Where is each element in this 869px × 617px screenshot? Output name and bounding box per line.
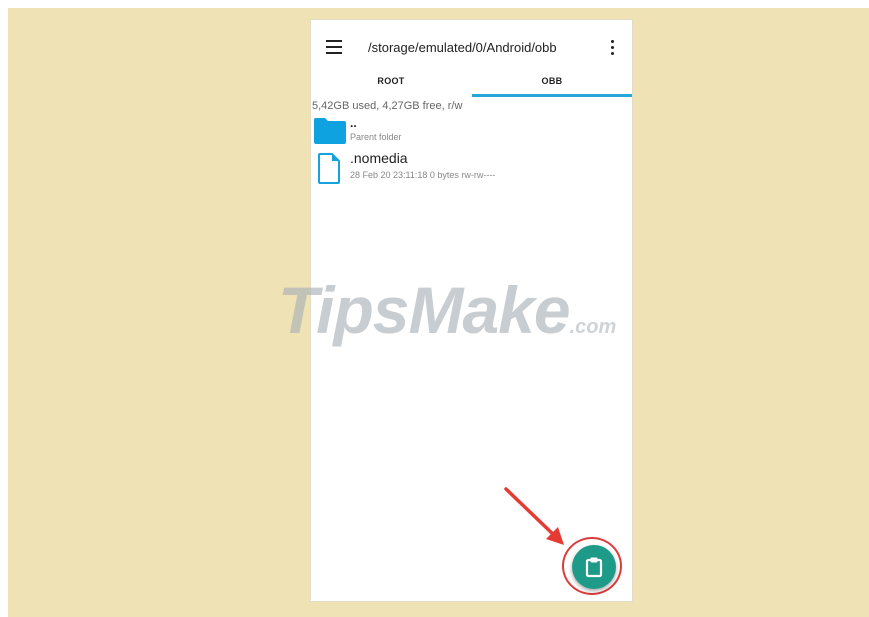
- arrow-annotation-icon: [504, 487, 564, 545]
- list-item-parent-folder[interactable]: .. Parent folder: [311, 116, 632, 150]
- current-path-title: /storage/emulated/0/Android/obb: [368, 40, 557, 55]
- tab-root[interactable]: ROOT: [311, 72, 471, 97]
- folder-icon: [314, 118, 346, 144]
- clipboard-paste-icon: [585, 557, 603, 578]
- more-options-icon[interactable]: [607, 38, 619, 56]
- watermark-suffix: .com: [569, 316, 617, 338]
- watermark-text: TipsMake: [278, 273, 571, 347]
- entry-details: 28 Feb 20 23:11:18 0 bytes rw-rw----: [350, 170, 496, 180]
- list-item-file[interactable]: .nomedia 28 Feb 20 23:11:18 0 bytes rw-r…: [311, 150, 632, 186]
- paste-fab-button[interactable]: [572, 545, 616, 589]
- watermark: TipsMake.com: [278, 272, 616, 348]
- hamburger-menu-icon[interactable]: [326, 40, 342, 54]
- entry-name: .nomedia: [350, 150, 408, 166]
- toolbar: /storage/emulated/0/Android/obb: [311, 20, 632, 72]
- entry-details: Parent folder: [350, 132, 402, 142]
- selected-tab-indicator: [472, 94, 632, 97]
- entry-name: ..: [350, 116, 357, 130]
- storage-info: 5,42GB used, 4,27GB free, r/w: [312, 100, 463, 112]
- file-icon: [318, 153, 340, 184]
